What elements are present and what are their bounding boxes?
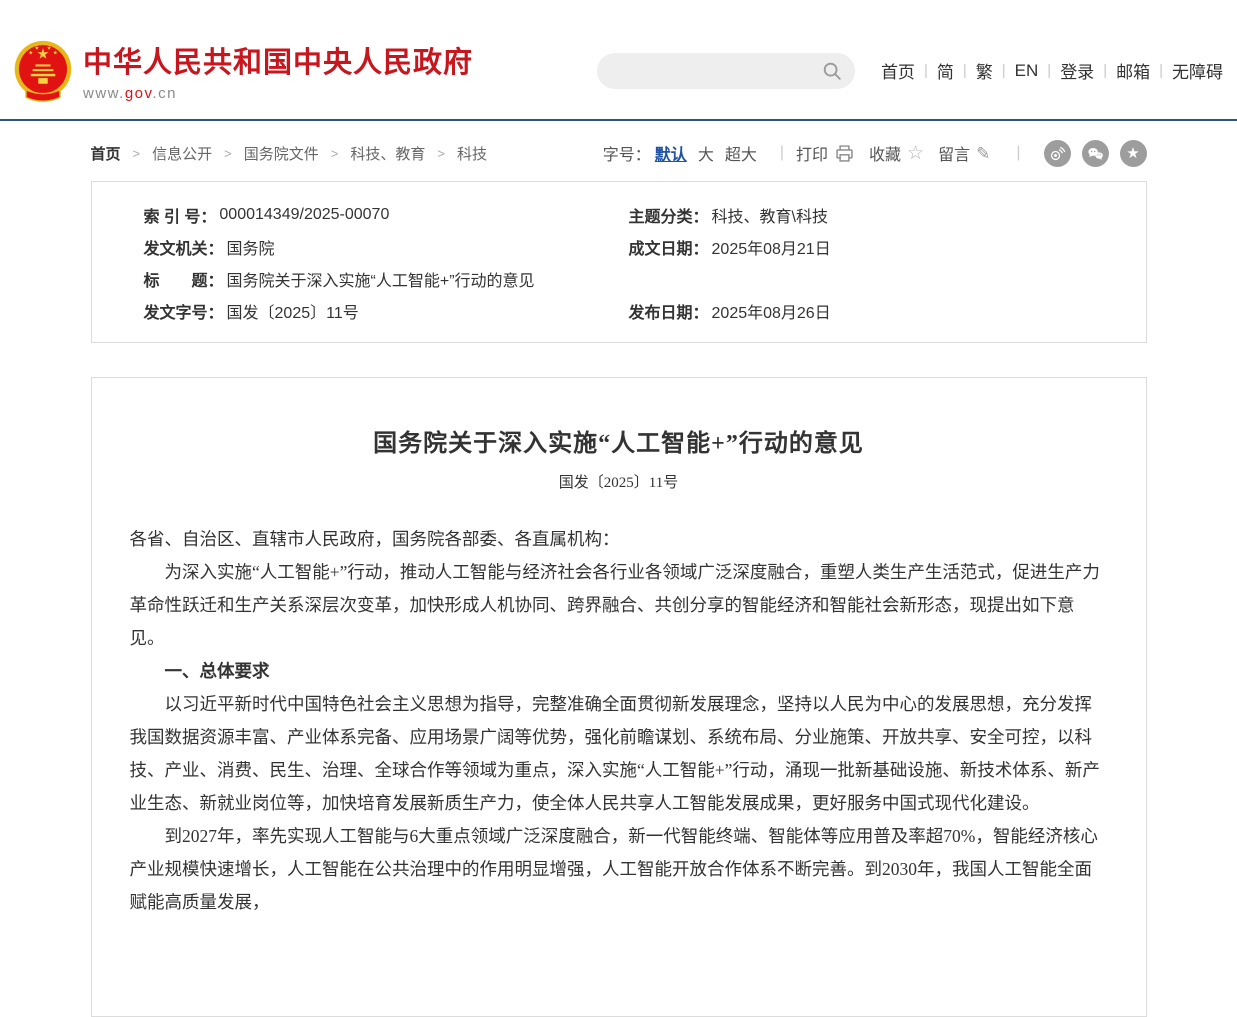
search-input[interactable] <box>615 61 821 80</box>
nav-separator: | <box>1002 62 1006 79</box>
nav-link-3[interactable]: 繁 <box>976 58 993 83</box>
printer-icon <box>834 143 855 164</box>
document-paragraph: 一、总体要求 <box>130 655 1108 688</box>
breadcrumb-separator: > <box>224 146 232 161</box>
meta-row: 发文机关：国务院 <box>144 231 629 263</box>
document-number: 国发〔2025〕11号 <box>130 471 1108 492</box>
site-url-suffix: .cn <box>152 85 177 102</box>
top-nav: 首页 | 简 | 繁 | EN | 登录 | 邮箱 | 无障碍 <box>881 58 1223 83</box>
nav-link-5[interactable]: 登录 <box>1060 58 1094 83</box>
comment-button[interactable]: 留言 ✎ <box>938 141 990 165</box>
meta-row: 索 引 号：000014349/2025-00070 <box>144 199 629 231</box>
favorite-button[interactable]: 收藏 ☆ <box>869 141 924 165</box>
nav-link-4[interactable]: EN <box>1015 61 1039 81</box>
breadcrumb-item-3[interactable]: 国务院文件 <box>244 143 319 164</box>
meta-value: 科技、教育\科技 <box>712 203 828 227</box>
meta-row: 成文日期：2025年08月21日 <box>629 231 1146 263</box>
share-wechat-button[interactable] <box>1082 140 1109 167</box>
toolbar-separator: | <box>1016 144 1020 162</box>
meta-row: 主题分类：科技、教育\科技 <box>629 199 1146 231</box>
meta-label: 成文日期： <box>629 235 709 259</box>
breadcrumb: 首页 > 信息公开 > 国务院文件 > 科技、教育 > 科技 <box>91 143 499 164</box>
breadcrumb-toolbar-row: 首页 > 信息公开 > 国务院文件 > 科技、教育 > 科技 字号： 默认大超大 | 打印 收藏… <box>91 138 1147 168</box>
site-url-prefix: www. <box>83 85 125 102</box>
nav-link-1[interactable]: 首页 <box>881 58 915 83</box>
meta-value: 000014349/2025-00070 <box>219 206 389 224</box>
print-button[interactable]: 打印 <box>796 141 855 165</box>
font-size-option-1[interactable]: 默认 <box>655 147 687 164</box>
search-box[interactable] <box>597 53 855 89</box>
favorite-label: 收藏 <box>869 141 901 165</box>
main-content: 首页 > 信息公开 > 国务院文件 > 科技、教育 > 科技 字号： 默认大超大 | 打印 收藏… <box>91 138 1147 1017</box>
header-right-group: 首页 | 简 | 繁 | EN | 登录 | 邮箱 | 无障碍 <box>597 53 1223 89</box>
national-emblem-logo[interactable] <box>12 38 74 104</box>
nav-separator: | <box>1047 62 1051 79</box>
breadcrumb-item-4[interactable]: 科技、教育 <box>350 143 425 164</box>
weibo-icon <box>1048 144 1067 163</box>
font-size-option-3[interactable]: 超大 <box>725 147 757 164</box>
nav-separator: | <box>1103 62 1107 79</box>
site-url-highlight: gov <box>125 85 153 102</box>
print-label: 打印 <box>796 141 828 165</box>
meta-value: 2025年08月21日 <box>712 235 831 259</box>
breadcrumb-separator: > <box>331 146 339 161</box>
nav-separator: | <box>1159 62 1163 79</box>
document-paragraph: 以习近平新时代中国特色社会主义思想为指导，完整准确全面贯彻新发展理念，坚持以人民… <box>130 688 1108 820</box>
meta-value: 国务院 <box>227 235 275 259</box>
breadcrumb-separator: > <box>133 146 141 161</box>
nav-separator: | <box>924 62 928 79</box>
breadcrumb-item-2[interactable]: 信息公开 <box>152 143 212 164</box>
meta-value: 国发〔2025〕11号 <box>227 299 359 323</box>
meta-row: 标 题：国务院关于深入实施“人工智能+”行动的意见 <box>144 263 629 295</box>
meta-row: 发布日期：2025年08月26日 <box>629 295 1146 327</box>
site-header: 中华人民共和国中央人民政府 www.gov.cn 首页 | 简 | 繁 | EN | 登录 | 邮箱… <box>0 0 1237 121</box>
wechat-icon <box>1086 144 1105 163</box>
document-paragraph: 到2027年，率先实现人工智能与6大重点领域广泛深度融合，新一代智能终端、智能体… <box>130 820 1108 919</box>
nav-separator: | <box>963 62 967 79</box>
meta-label: 标 题： <box>144 267 224 291</box>
meta-label: 索 引 号： <box>144 203 217 227</box>
meta-label: 发布日期： <box>629 299 709 323</box>
font-size-options: 默认大超大 <box>655 141 768 165</box>
meta-column-right: 主题分类：科技、教育\科技成文日期：2025年08月21日发布日期：2025年0… <box>629 199 1146 327</box>
font-size-label: 字号： <box>603 141 651 165</box>
site-title: 中华人民共和国中央人民政府 <box>83 39 473 81</box>
favorite-star-icon: ★ <box>1126 146 1139 161</box>
font-size-option-2[interactable]: 大 <box>698 147 714 164</box>
site-url[interactable]: www.gov.cn <box>83 85 473 102</box>
share-weibo-button[interactable] <box>1044 140 1071 167</box>
meta-label: 主题分类： <box>629 203 709 227</box>
breadcrumb-item-5[interactable]: 科技 <box>457 143 487 164</box>
share-favorite-button[interactable]: ★ <box>1120 140 1147 167</box>
comment-label: 留言 <box>938 141 970 165</box>
document-paragraph: 为深入实施“人工智能+”行动，推动人工智能与经济社会各行业各领域广泛深度融合，重… <box>130 556 1108 655</box>
pencil-icon: ✎ <box>976 145 990 162</box>
meta-value: 国务院关于深入实施“人工智能+”行动的意见 <box>227 267 535 291</box>
meta-row <box>629 263 1146 295</box>
nav-link-2[interactable]: 简 <box>937 58 954 83</box>
document-box: 国务院关于深入实施“人工智能+”行动的意见 国发〔2025〕11号 各省、自治区… <box>91 377 1147 1017</box>
meta-label: 发文字号： <box>144 299 224 323</box>
document-paragraph: 各省、自治区、直辖市人民政府，国务院各部委、各直属机构： <box>130 523 1108 556</box>
nav-link-7[interactable]: 无障碍 <box>1172 58 1223 83</box>
document-title: 国务院关于深入实施“人工智能+”行动的意见 <box>130 423 1108 458</box>
meta-column-left: 索 引 号：000014349/2025-00070发文机关：国务院标 题：国务… <box>92 199 629 327</box>
nav-link-6[interactable]: 邮箱 <box>1116 58 1150 83</box>
meta-label: 发文机关： <box>144 235 224 259</box>
meta-row: 发文字号：国发〔2025〕11号 <box>144 295 629 327</box>
site-ident-group: 中华人民共和国中央人民政府 www.gov.cn <box>12 38 473 104</box>
star-outline-icon: ☆ <box>907 144 924 163</box>
site-ident: 中华人民共和国中央人民政府 www.gov.cn <box>83 39 473 102</box>
search-icon[interactable] <box>821 60 843 82</box>
meta-value: 2025年08月26日 <box>712 299 831 323</box>
document-body: 各省、自治区、直辖市人民政府，国务院各部委、各直属机构：为深入实施“人工智能+”… <box>130 523 1108 919</box>
document-meta-box: 索 引 号：000014349/2025-00070发文机关：国务院标 题：国务… <box>91 181 1147 343</box>
toolbar-separator: | <box>780 144 784 162</box>
article-toolbar: 字号： 默认大超大 | 打印 收藏 ☆ 留言 ✎ <box>603 140 1147 167</box>
breadcrumb-separator: > <box>437 146 445 161</box>
breadcrumb-item-1[interactable]: 首页 <box>91 143 121 164</box>
